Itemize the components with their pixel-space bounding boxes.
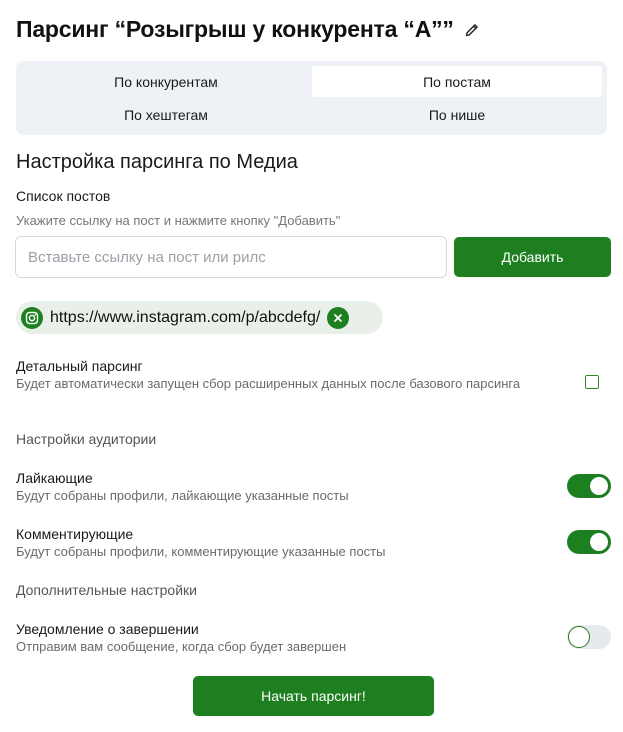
add-post-button[interactable]: Добавить [454,237,611,277]
tab-competitors[interactable]: По конкурентам [21,66,311,97]
parsing-type-tabs: По конкурентам По постам По хештегам По … [16,61,607,135]
post-url-input[interactable] [15,236,447,278]
toggle-knob [590,533,608,551]
notify-title: Уведомление о завершении [16,621,199,637]
instagram-icon [21,306,43,329]
audience-heading: Настройки аудитории [16,431,157,447]
commenters-title: Комментирующие [16,526,134,542]
likers-title: Лайкающие [16,470,93,486]
detailed-parsing-title: Детальный парсинг [16,358,143,374]
detailed-parsing-desc: Будет автоматически запущен сбор расшире… [16,376,521,391]
tab-hashtags[interactable]: По хештегам [21,99,311,130]
commenters-toggle[interactable] [567,530,611,554]
commenters-desc: Будут собраны профили, комментирующие ук… [16,544,386,559]
page-header: Парсинг “Розыгрыш у конкурента “А”” [16,16,480,43]
post-url: https://www.instagram.com/p/abcdefg/ [50,308,321,326]
post-chip: https://www.instagram.com/p/abcdefg/ [16,301,383,334]
toggle-knob [568,626,590,648]
close-icon[interactable] [327,306,350,329]
likers-desc: Будут собраны профили, лайкающие указанн… [16,488,349,503]
notify-toggle[interactable] [567,625,611,649]
section-title: Настройка парсинга по Медиа [16,151,298,173]
extra-settings-heading: Дополнительные настройки [16,582,197,598]
posts-hint: Укажите ссылку на пост и нажмите кнопку … [16,213,341,228]
tab-niche[interactable]: По нише [312,99,602,130]
tab-posts[interactable]: По постам [312,66,602,97]
start-parsing-button[interactable]: Начать парсинг! [193,676,434,716]
toggle-knob [590,477,608,495]
pencil-icon[interactable] [464,22,480,38]
detailed-parsing-checkbox[interactable] [585,375,599,389]
notify-desc: Отправим вам сообщение, когда сбор будет… [16,639,347,654]
page-title: Парсинг “Розыгрыш у конкурента “А”” [16,16,454,42]
posts-list-label: Список постов [16,188,111,204]
likers-toggle[interactable] [567,474,611,498]
